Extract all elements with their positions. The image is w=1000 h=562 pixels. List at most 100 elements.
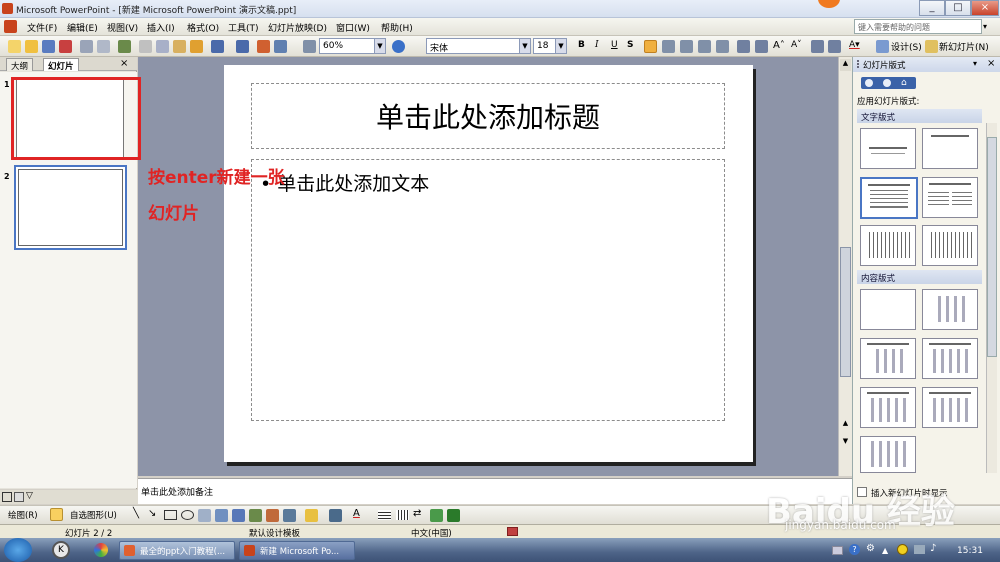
format-painter-icon[interactable]: [190, 40, 203, 53]
layout-content[interactable]: [922, 289, 978, 330]
arrow-icon[interactable]: ↘: [148, 508, 156, 519]
rectangle-icon[interactable]: [164, 510, 177, 520]
increase-indent-icon[interactable]: [828, 40, 841, 53]
clipart-icon[interactable]: [266, 509, 279, 522]
layout-two-column-text[interactable]: [922, 177, 978, 218]
insert-table-icon[interactable]: [274, 40, 287, 53]
close-button[interactable]: ×: [971, 0, 999, 16]
3d-style-icon[interactable]: [447, 509, 460, 522]
bold-button[interactable]: B: [578, 40, 585, 50]
close-icon[interactable]: ×: [987, 58, 995, 69]
text-direction-icon[interactable]: [716, 40, 729, 53]
design-button[interactable]: 设计(S): [891, 40, 922, 53]
layout-two-content[interactable]: [922, 338, 978, 379]
picture-icon[interactable]: [283, 509, 296, 522]
font-color-icon[interactable]: A▾: [849, 40, 860, 50]
notes-pane[interactable]: 单击此处添加备注: [138, 478, 852, 504]
task-pane-scrollbar[interactable]: [986, 123, 997, 473]
layout-blank[interactable]: [860, 289, 916, 330]
tab-outline[interactable]: 大纲: [6, 58, 34, 72]
arrow-style-icon[interactable]: ⇄: [413, 508, 421, 519]
dash-style-icon[interactable]: [396, 510, 409, 520]
menu-help[interactable]: 帮助(H): [381, 21, 413, 34]
next-slide-icon[interactable]: ▼: [840, 437, 851, 449]
align-left-icon[interactable]: [644, 40, 657, 53]
layout-vertical-text[interactable]: [860, 225, 916, 266]
normal-view-icon[interactable]: [2, 492, 12, 502]
fill-color-icon[interactable]: [305, 509, 318, 522]
draw-menu[interactable]: 绘图(R): [8, 509, 38, 521]
menu-view[interactable]: 视图(V): [107, 21, 138, 34]
print-preview-icon[interactable]: [97, 40, 110, 53]
body-placeholder[interactable]: • 单击此处添加文本: [251, 159, 725, 421]
prev-slide-icon[interactable]: ▲: [840, 419, 851, 431]
italic-button[interactable]: I: [595, 40, 599, 50]
help-dropdown-icon[interactable]: ▾: [983, 22, 987, 31]
layout-title-slide[interactable]: [860, 128, 916, 169]
help-icon[interactable]: [392, 40, 405, 53]
taskbar-item-browser[interactable]: 最全的ppt入门教程(...: [119, 541, 235, 560]
oval-icon[interactable]: [181, 510, 194, 520]
shadow-button[interactable]: S: [627, 40, 633, 50]
start-button[interactable]: [4, 538, 32, 562]
menu-file[interactable]: 文件(F): [27, 21, 57, 34]
redo-icon[interactable]: [236, 40, 249, 53]
permission-icon[interactable]: [59, 40, 72, 53]
diagram-icon[interactable]: [249, 509, 262, 522]
network-icon[interactable]: [914, 545, 925, 554]
align-center-icon[interactable]: [662, 40, 675, 53]
settings-tray-icon[interactable]: ⚙: [866, 543, 875, 554]
menu-tools[interactable]: 工具(T): [228, 21, 259, 34]
zoom-select[interactable]: 60% ▼: [319, 38, 386, 54]
insert-chart-icon[interactable]: [257, 40, 270, 53]
increase-font-icon[interactable]: A˄: [773, 40, 785, 51]
new-icon[interactable]: [8, 40, 21, 53]
textbox-icon[interactable]: [198, 509, 211, 522]
slide-sorter-icon[interactable]: [14, 492, 24, 502]
shield-tray-icon[interactable]: [897, 544, 908, 555]
scroll-up-icon[interactable]: ▲: [840, 59, 851, 71]
undo-icon[interactable]: [211, 40, 224, 53]
decrease-indent-icon[interactable]: [811, 40, 824, 53]
new-slide-icon[interactable]: [925, 40, 938, 53]
app-k-icon[interactable]: K: [52, 541, 70, 559]
font-color-icon[interactable]: A: [353, 508, 360, 519]
menu-window[interactable]: 窗口(W): [336, 21, 370, 34]
font-name-select[interactable]: 宋体 ▼: [426, 38, 531, 54]
layout-title-only[interactable]: [922, 128, 978, 169]
keyboard-icon[interactable]: [832, 546, 843, 555]
forward-icon[interactable]: [883, 79, 891, 87]
autoshapes-menu[interactable]: 自选图形(U): [70, 509, 117, 521]
menu-insert[interactable]: 插入(I): [147, 21, 175, 34]
layout-vertical-title-text[interactable]: [922, 225, 978, 266]
expand-tray-icon[interactable]: ▲: [882, 546, 888, 555]
slideshow-icon[interactable]: ▽: [26, 491, 33, 501]
taskbar-item-powerpoint[interactable]: 新建 Microsoft Po...: [239, 541, 355, 560]
layout-four-content[interactable]: [860, 436, 916, 473]
underline-button[interactable]: U: [611, 40, 618, 50]
new-slide-button[interactable]: 新幻灯片(N): [939, 40, 989, 53]
maximize-button[interactable]: □: [945, 0, 971, 16]
layout-title-two-content[interactable]: [860, 387, 916, 428]
chevron-down-icon[interactable]: ▾: [973, 59, 977, 68]
layout-title-four-content[interactable]: [922, 387, 978, 428]
paste-icon[interactable]: [173, 40, 186, 53]
spelling-icon[interactable]: [118, 40, 131, 53]
slide-thumbnail-2[interactable]: [14, 165, 127, 250]
help-tray-icon[interactable]: ?: [849, 544, 860, 555]
columns-icon[interactable]: [698, 40, 711, 53]
vertical-scrollbar[interactable]: ▲ ▲ ▼: [838, 57, 852, 476]
scroll-thumb[interactable]: [840, 247, 851, 377]
font-size-select[interactable]: 18 ▼: [533, 38, 567, 54]
back-icon[interactable]: [865, 79, 873, 87]
line-style-icon[interactable]: [378, 510, 391, 520]
home-icon[interactable]: ⌂: [901, 78, 907, 88]
bullets-icon[interactable]: [755, 40, 768, 53]
browser-icon[interactable]: [94, 543, 108, 557]
menu-format[interactable]: 格式(O): [187, 21, 219, 34]
show-grid-icon[interactable]: [303, 40, 316, 53]
menu-slideshow[interactable]: 幻灯片放映(D): [268, 21, 327, 34]
copy-icon[interactable]: [156, 40, 169, 53]
close-icon[interactable]: ×: [120, 58, 128, 69]
spelling-status-icon[interactable]: [507, 527, 518, 536]
